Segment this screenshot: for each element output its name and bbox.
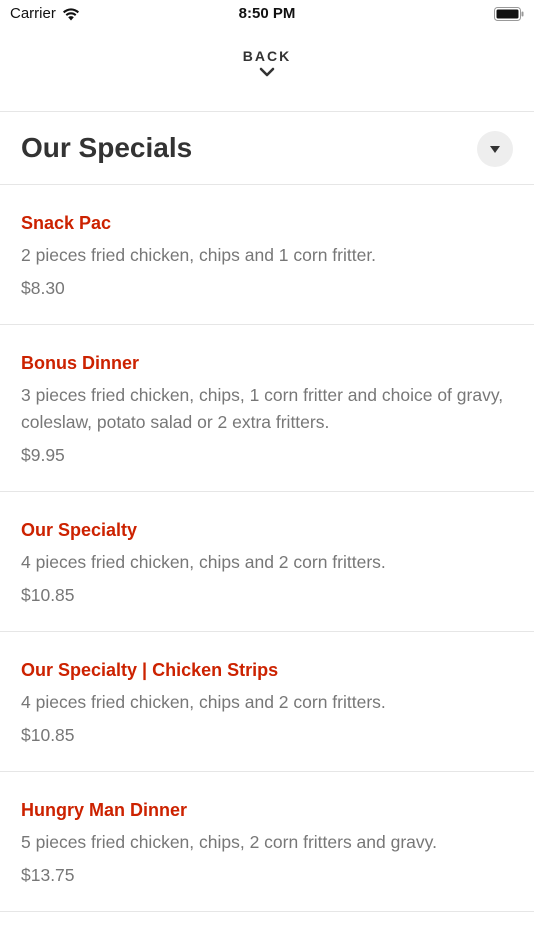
menu-item[interactable]: Our Specialty 4 pieces fried chicken, ch… (0, 492, 534, 632)
item-price: $10.85 (21, 725, 75, 745)
status-bar: Carrier 8:50 PM (0, 0, 534, 30)
item-description: 3 pieces fried chicken, chips, 1 corn fr… (21, 385, 504, 432)
menu-item[interactable]: Bonus Dinner 3 pieces fried chicken, chi… (0, 325, 534, 492)
item-name: Snack Pac (21, 213, 112, 233)
battery-icon (494, 7, 524, 21)
menu-list: Snack Pac 2 pieces fried chicken, chips … (0, 185, 534, 912)
menu-item[interactable]: Hungry Man Dinner 5 pieces fried chicken… (0, 772, 534, 912)
item-description: 4 pieces fried chicken, chips and 2 corn… (21, 692, 386, 712)
item-description: 4 pieces fried chicken, chips and 2 corn… (21, 552, 386, 572)
item-name: Bonus Dinner (21, 353, 140, 373)
item-price: $8.30 (21, 278, 65, 298)
back-button[interactable]: BACK (0, 48, 534, 98)
menu-item[interactable]: Snack Pac 2 pieces fried chicken, chips … (0, 185, 534, 325)
item-price: $13.75 (21, 865, 75, 885)
category-dropdown-button[interactable] (477, 131, 513, 167)
section-header: Our Specials (0, 112, 534, 184)
item-price: $9.95 (21, 445, 65, 465)
item-description: 2 pieces fried chicken, chips and 1 corn… (21, 245, 377, 265)
item-description: 5 pieces fried chicken, chips, 2 corn fr… (21, 832, 437, 852)
item-price: $10.85 (21, 585, 75, 605)
item-name: Our Specialty (21, 520, 138, 540)
caret-down-icon (490, 145, 500, 153)
item-name: Hungry Man Dinner (21, 800, 188, 820)
back-label: BACK (242, 48, 292, 64)
menu-item[interactable]: Our Specialty | Chicken Strips 4 pieces … (0, 632, 534, 772)
page-title: Our Specials (21, 132, 193, 163)
status-time: 8:50 PM (238, 5, 296, 22)
chevron-down-icon (259, 67, 275, 77)
item-name: Our Specialty | Chicken Strips (21, 660, 279, 680)
